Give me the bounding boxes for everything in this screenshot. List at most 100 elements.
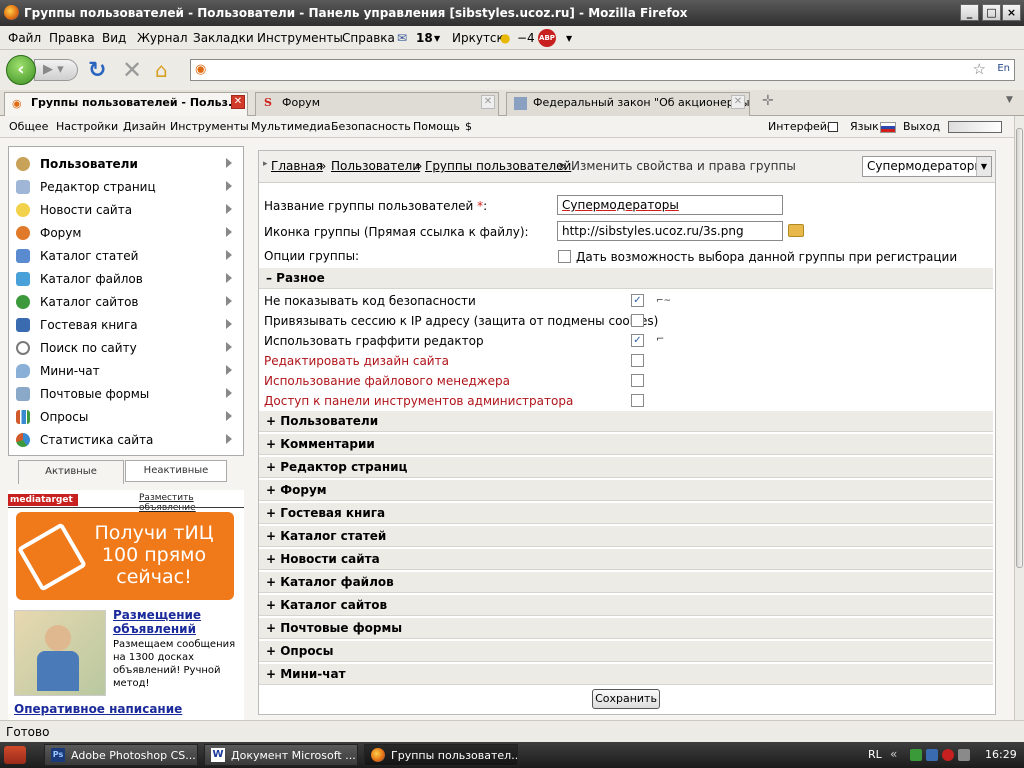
sidebar-item-users[interactable]: Пользователи <box>14 153 234 175</box>
tray-network-icon[interactable] <box>910 749 922 761</box>
start-button[interactable] <box>4 746 26 764</box>
taskbar-photoshop[interactable]: Ps Adobe Photoshop CS... <box>44 744 198 766</box>
perm-hide-captcha-checkbox[interactable]: ✓ <box>631 294 644 307</box>
section-news[interactable]: + Новости сайта <box>259 548 993 570</box>
scrollbar-thumb[interactable] <box>1016 128 1023 568</box>
folder-icon[interactable] <box>788 224 804 237</box>
perm-admin-toolbar-checkbox[interactable] <box>631 394 644 407</box>
tab-list-dropdown-icon[interactable]: ▼ <box>1006 95 1013 105</box>
sidebar-item-page-editor[interactable]: Редактор страниц <box>14 176 234 198</box>
section-misc-header[interactable]: – Разное <box>259 267 993 289</box>
adblock-dropdown-icon[interactable]: ▼ <box>566 34 572 43</box>
sidebar-item-search[interactable]: Поиск по сайту <box>14 337 234 359</box>
worker-image[interactable] <box>14 610 106 696</box>
panel-width-slider[interactable] <box>948 121 1002 133</box>
section-files[interactable]: + Каталог файлов <box>259 571 993 593</box>
breadcrumb-groups[interactable]: Группы пользователей <box>425 159 571 173</box>
tray-monitor-icon[interactable] <box>926 749 938 761</box>
back-button[interactable]: ‹ <box>6 55 36 85</box>
sidebar-item-mailforms[interactable]: Почтовые формы <box>14 383 234 405</box>
tab-user-groups[interactable]: ◉ Группы пользователей - Польз... <box>4 92 248 116</box>
menu-history[interactable]: Журнал <box>137 31 188 45</box>
section-minichat[interactable]: + Мини-чат <box>259 663 993 685</box>
sidebar-item-guestbook[interactable]: Гостевая книга <box>14 314 234 336</box>
stop-icon[interactable]: ✕ <box>122 56 142 84</box>
mail-count[interactable]: 18 <box>416 31 433 45</box>
minimize-button[interactable]: _ <box>960 4 979 21</box>
registration-option-checkbox[interactable] <box>558 250 571 263</box>
keyboard-layout-indicator[interactable]: RL <box>868 748 882 761</box>
maximize-button[interactable]: □ <box>982 4 1001 21</box>
sidebar-item-forum[interactable]: Форум <box>14 222 234 244</box>
group-name-input[interactable]: Супермодераторы <box>557 195 783 215</box>
tab-forum[interactable]: S Форум <box>255 92 499 116</box>
tab-inactive-ads[interactable]: Неактивные <box>125 460 227 482</box>
ad-link-writing[interactable]: Оперативное написание <box>14 702 242 716</box>
save-button[interactable]: Сохранить <box>592 689 660 709</box>
page-scrollbar[interactable] <box>1014 116 1024 720</box>
reload-icon[interactable]: ↻ <box>88 58 106 83</box>
menu-bookmarks[interactable]: Закладки <box>193 31 254 45</box>
mail-icon[interactable]: ✉ <box>397 31 407 45</box>
sidebar-item-stats[interactable]: Статистика сайта <box>14 429 234 451</box>
tray-shield-icon[interactable] <box>942 749 954 761</box>
adblock-icon[interactable]: ABP <box>538 29 556 47</box>
tab-close-icon[interactable]: ✕ <box>481 95 495 109</box>
menu-view[interactable]: Вид <box>102 31 126 45</box>
section-users[interactable]: + Пользователи <box>259 410 993 432</box>
panel-menu-dollar[interactable]: $ <box>465 120 472 133</box>
tab-federal-law[interactable]: Федеральный закон "Об акционерны... <box>506 92 750 116</box>
sidebar-item-minichat[interactable]: Мини-чат <box>14 360 234 382</box>
home-icon[interactable]: ⌂ <box>155 58 168 82</box>
weather-city[interactable]: Иркутск <box>452 31 504 45</box>
perm-file-manager-checkbox[interactable] <box>631 374 644 387</box>
mail-dropdown-icon[interactable]: ▼ <box>434 34 440 43</box>
menu-edit[interactable]: Правка <box>49 31 95 45</box>
perm-graffiti-checkbox[interactable]: ✓ <box>631 334 644 347</box>
new-tab-button[interactable]: ✛ <box>762 93 774 109</box>
section-page-editor[interactable]: + Редактор страниц <box>259 456 993 478</box>
ad-link-placement[interactable]: Размещение объявлений <box>113 608 241 636</box>
panel-menu-multimedia[interactable]: Мультимедиа <box>251 120 331 133</box>
sidebar-item-articles[interactable]: Каталог статей <box>14 245 234 267</box>
sidebar-item-sites[interactable]: Каталог сайтов <box>14 291 234 313</box>
breadcrumb-home[interactable]: Главная <box>271 159 323 173</box>
sidebar-item-polls[interactable]: Опросы <box>14 406 234 428</box>
tab-active-ads[interactable]: Активные <box>18 460 124 484</box>
taskbar-word[interactable]: W Документ Microsoft ... <box>204 744 358 766</box>
bookmark-star-icon[interactable]: ☆ <box>973 60 986 78</box>
tic-banner[interactable]: Получи тИЦ 100 прямо сейчас! <box>16 512 234 600</box>
menu-tools[interactable]: Инструменты <box>257 31 343 45</box>
panel-menu-settings[interactable]: Настройки <box>56 120 118 133</box>
perm-edit-design-checkbox[interactable] <box>631 354 644 367</box>
menu-file[interactable]: Файл <box>8 31 41 45</box>
tray-expand-icon[interactable]: « <box>890 747 897 761</box>
section-articles[interactable]: + Каталог статей <box>259 525 993 547</box>
tab-close-icon[interactable]: ✕ <box>731 95 745 109</box>
tab-close-icon[interactable]: ✕ <box>231 95 245 109</box>
sidebar-item-news[interactable]: Новости сайта <box>14 199 234 221</box>
russian-flag-icon[interactable] <box>880 122 896 133</box>
section-forum[interactable]: + Форум <box>259 479 993 501</box>
panel-menu-help[interactable]: Помощь <box>413 120 460 133</box>
menu-help[interactable]: Справка <box>342 31 395 45</box>
panel-menu-tools[interactable]: Инструменты <box>170 120 249 133</box>
tray-speaker-icon[interactable] <box>958 749 970 761</box>
sidebar-item-files[interactable]: Каталог файлов <box>14 268 234 290</box>
url-input[interactable]: ◉ ☆ En <box>190 59 1015 81</box>
section-polls[interactable]: + Опросы <box>259 640 993 662</box>
perm-bind-ip-checkbox[interactable] <box>631 314 644 327</box>
interface-checkbox[interactable] <box>828 122 838 132</box>
language-label[interactable]: Язык <box>850 120 879 133</box>
language-icon[interactable]: En <box>997 63 1010 74</box>
forward-button[interactable]: ▶ ▾ <box>34 59 78 81</box>
section-sites[interactable]: + Каталог сайтов <box>259 594 993 616</box>
group-icon-input[interactable]: http://sibstyles.ucoz.ru/3s.png <box>557 221 783 241</box>
place-ad-link[interactable]: Разместить объявление <box>139 493 244 513</box>
taskbar-firefox[interactable]: Группы пользовател... <box>364 744 518 766</box>
panel-menu-general[interactable]: Общее <box>9 120 48 133</box>
panel-menu-design[interactable]: Дизайн <box>123 120 166 133</box>
section-guestbook[interactable]: + Гостевая книга <box>259 502 993 524</box>
panel-menu-security[interactable]: Безопасность <box>331 120 411 133</box>
section-mailforms[interactable]: + Почтовые формы <box>259 617 993 639</box>
